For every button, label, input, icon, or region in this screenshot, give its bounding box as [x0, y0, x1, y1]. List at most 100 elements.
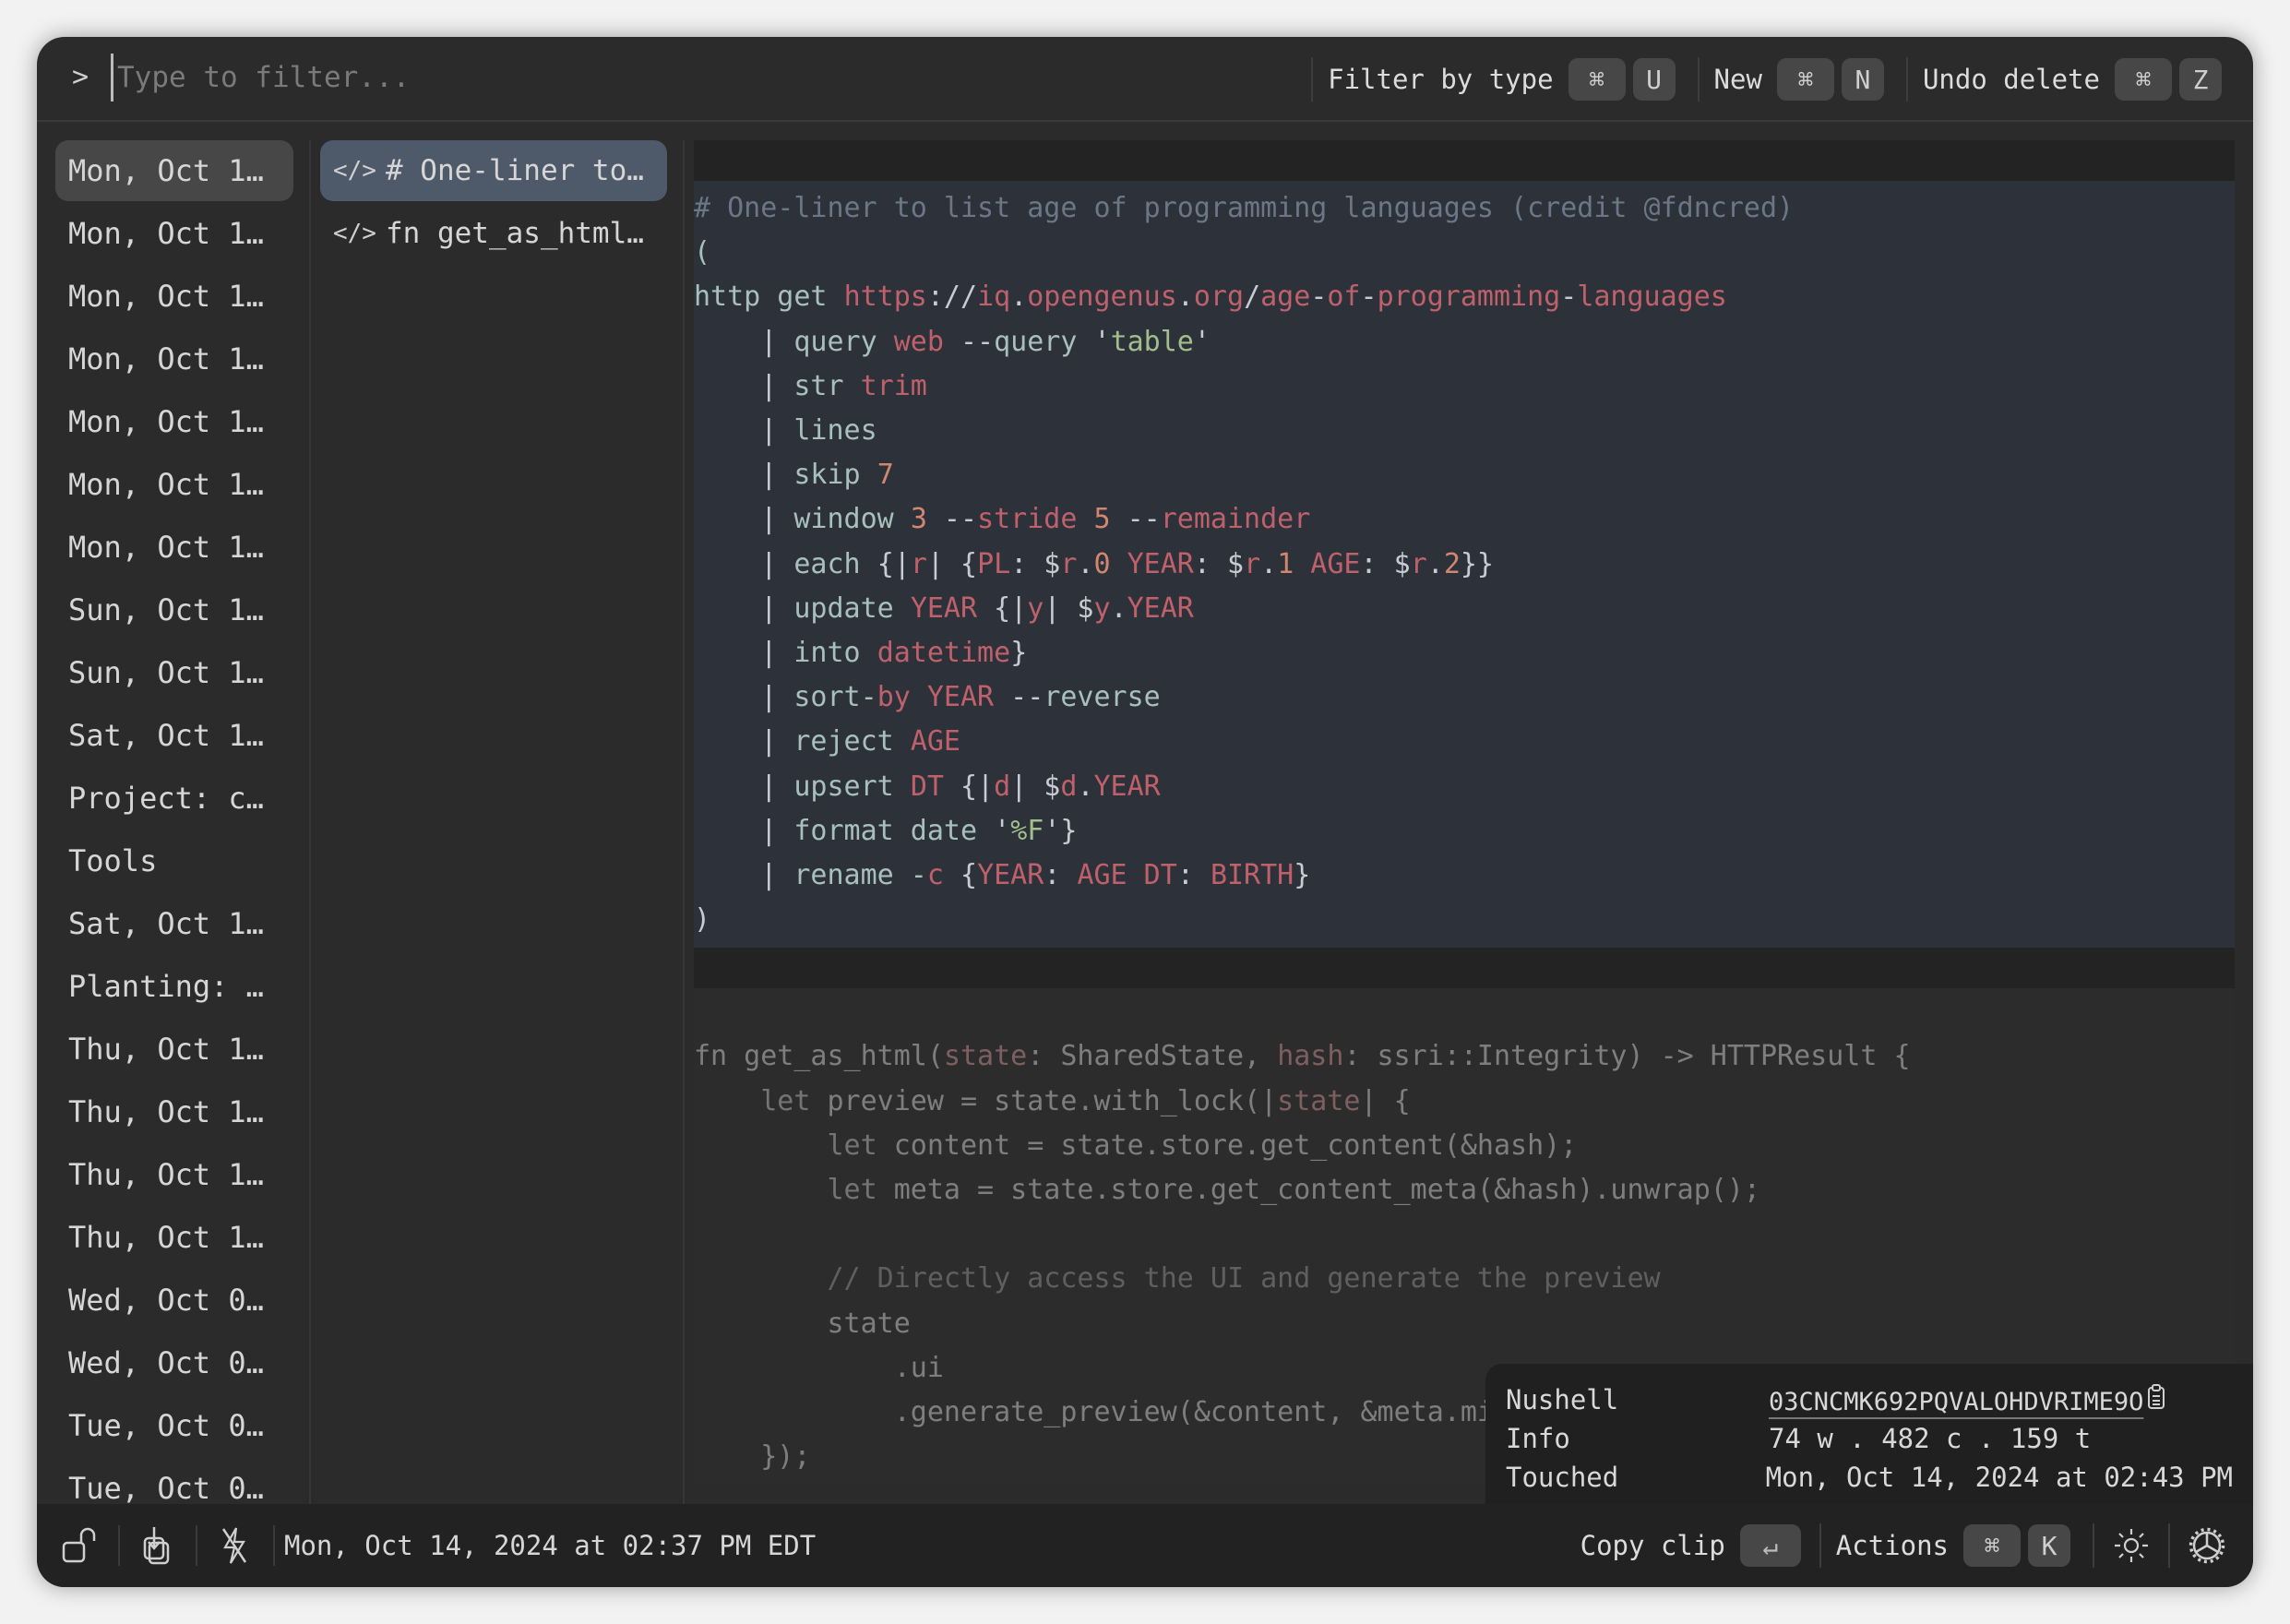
code-token: : $: [1010, 547, 1061, 580]
code-token: ): [694, 903, 711, 937]
code-token: // Directly access the UI and generate t…: [694, 1262, 1661, 1296]
actions-button[interactable]: Actions: [1836, 1530, 1949, 1561]
code-token: 7: [877, 459, 894, 492]
code-token: 0: [1093, 547, 1111, 580]
code-token: hash: [1277, 1040, 1344, 1073]
stack-item[interactable]: Thu, Oct 1…: [55, 1207, 293, 1268]
stack-item[interactable]: Mon, Oct 1…: [55, 328, 293, 389]
code-token: : $: [1193, 547, 1245, 580]
clipboard-icon[interactable]: [2147, 1383, 2165, 1416]
divider: [1697, 57, 1700, 102]
code-token: query: [994, 325, 1094, 358]
stack-item[interactable]: Tue, Oct 0…: [55, 1395, 293, 1456]
code-token: }: [1294, 859, 1311, 892]
u-key: U: [1632, 58, 1676, 101]
code-token: --: [1110, 503, 1161, 536]
info-value: 74 w . 482 c . 159 t: [1769, 1423, 2092, 1454]
code-token: c: [926, 859, 944, 892]
cmd-key: ⌘: [1963, 1524, 2021, 1567]
code-token: | $: [1010, 770, 1061, 803]
undo-delete-button[interactable]: Undo delete: [1923, 64, 2100, 95]
code-token: lines: [793, 414, 877, 448]
code-token: r: [910, 547, 927, 580]
code-token: r: [1410, 547, 1427, 580]
copy-clip-button[interactable]: Copy clip: [1580, 1530, 1725, 1561]
code-token: AGE DT: [1077, 859, 1177, 892]
stack-item[interactable]: Sat, Oct 1…: [55, 893, 293, 954]
filter-by-type-button[interactable]: Filter by type: [1328, 64, 1553, 95]
code-token: reverse: [1044, 681, 1161, 714]
flash-off-icon[interactable]: [212, 1523, 256, 1568]
sun-icon[interactable]: [2109, 1523, 2153, 1568]
code-token: .: [1077, 770, 1094, 803]
stack-item[interactable]: Sun, Oct 1…: [55, 579, 293, 640]
stack-item[interactable]: Tools: [55, 830, 293, 891]
stack-item[interactable]: Project: c…: [55, 768, 293, 829]
code-token: .ui: [694, 1351, 944, 1384]
code-token: |: [694, 859, 794, 892]
stack-item[interactable]: Thu, Oct 1…: [55, 1019, 293, 1080]
divider: [1311, 57, 1314, 102]
clip-item[interactable]: </> # One-liner to…: [320, 140, 667, 201]
lock-open-icon[interactable]: [57, 1523, 101, 1568]
code-token: |: [694, 503, 794, 536]
divider: [2168, 1523, 2170, 1568]
code-token: 1: [1277, 547, 1294, 580]
info-key: Touched: [1506, 1462, 1619, 1493]
code-token: : SharedState,: [1027, 1040, 1278, 1073]
stack-item[interactable]: Thu, Oct 1…: [55, 1144, 293, 1205]
code-token: by YEAR: [877, 681, 995, 714]
code-token: state: [694, 1307, 911, 1340]
code-token: });: [694, 1440, 811, 1474]
stack-item[interactable]: Planting: …: [55, 956, 293, 1017]
stack-item[interactable]: Mon, Oct 1…: [55, 517, 293, 578]
stack-item[interactable]: Mon, Oct 1…: [55, 140, 293, 201]
stack-item[interactable]: Mon, Oct 1…: [55, 454, 293, 515]
code-token: --: [926, 503, 978, 536]
stack-item[interactable]: Sun, Oct 1…: [55, 642, 293, 703]
return-key: ↵: [1739, 1524, 1801, 1567]
divider: [118, 1525, 120, 1566]
app-window: > Filter by type ⌘ U New ⌘ N Undo delete…: [37, 37, 2253, 1587]
column-divider[interactable]: [683, 140, 685, 1504]
gear-icon[interactable]: [2185, 1523, 2229, 1568]
code-token: preview = state.with_lock(|: [827, 1084, 1278, 1117]
code-token: 3: [910, 503, 927, 536]
code-token: {|: [977, 591, 1028, 625]
code-token: AGE: [1294, 547, 1361, 580]
code-token: stride: [977, 503, 1094, 536]
code-nushell: # One-liner to list age of programming l…: [694, 186, 2235, 942]
selected-clip-block[interactable]: # One-liner to list age of programming l…: [694, 181, 2235, 949]
clip-label: # One-liner to…: [385, 154, 644, 187]
stack-item[interactable]: Sat, Oct 1…: [55, 705, 293, 766]
info-value: Mon, Oct 14, 2024 at 02:43 PM: [1765, 1462, 2233, 1493]
clip-item[interactable]: </> fn get_as_html…: [320, 203, 667, 264]
code-token: reject: [793, 725, 911, 758]
code-token: query: [793, 325, 894, 358]
new-button[interactable]: New: [1714, 64, 1762, 95]
code-token: : $: [1360, 547, 1411, 580]
code-token: trim: [860, 369, 927, 402]
code-token: .: [1176, 281, 1194, 314]
clip-hash[interactable]: 03CNCMK692PQVALOHDVRIME9O: [1769, 1388, 2143, 1416]
stack-item[interactable]: Thu, Oct 1…: [55, 1081, 293, 1142]
stack-item[interactable]: Mon, Oct 1…: [55, 203, 293, 264]
stack-item[interactable]: Mon, Oct 1…: [55, 266, 293, 327]
code-token: programming: [1377, 281, 1561, 314]
download-stack-icon[interactable]: [135, 1523, 179, 1568]
code-token: BIRTH: [1210, 859, 1294, 892]
code-token: :: [1176, 859, 1211, 892]
code-token: YEAR: [1127, 591, 1194, 625]
code-token: DT: [910, 770, 944, 803]
stack-item[interactable]: Wed, Oct 0…: [55, 1332, 293, 1393]
stack-item[interactable]: Mon, Oct 1…: [55, 391, 293, 452]
stack-list: Mon, Oct 1… Mon, Oct 1… Mon, Oct 1… Mon, Oc…: [55, 140, 293, 1506]
stack-item[interactable]: Wed, Oct 0…: [55, 1270, 293, 1331]
column-divider[interactable]: [309, 140, 311, 1504]
code-token: table: [1110, 325, 1194, 358]
code-token: -: [1310, 281, 1328, 314]
code-token: : ssri::Integrity) -> HTTPResult {: [1343, 1040, 1911, 1073]
filter-input[interactable]: [111, 54, 1226, 102]
clip-separator: [694, 140, 2235, 181]
